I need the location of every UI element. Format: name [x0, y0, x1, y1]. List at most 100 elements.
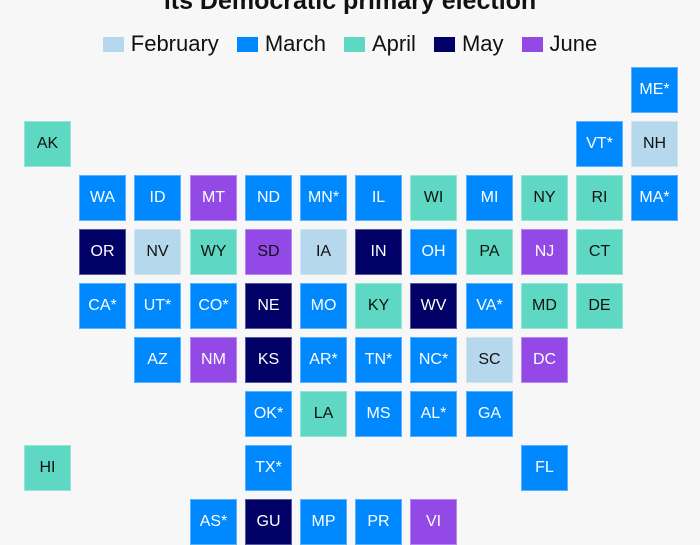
state-tile-tx: TX* — [245, 445, 292, 491]
state-tile-nd: ND — [245, 175, 292, 221]
state-tile-label: NM — [201, 351, 226, 368]
state-tile-id: ID — [134, 175, 181, 221]
state-tile-label: NJ — [534, 243, 555, 260]
state-tile-ny: NY — [521, 175, 568, 221]
state-tile-il: IL — [355, 175, 402, 221]
state-tile-wi: WI — [410, 175, 457, 221]
state-tile-label: ID — [149, 189, 166, 206]
state-tile-label: GA — [477, 405, 502, 422]
state-tile-in: IN — [355, 229, 402, 275]
state-tile-label: FL — [535, 459, 554, 476]
state-tile-vt: VT* — [576, 121, 623, 167]
state-tile-label: GU — [256, 513, 281, 530]
state-tile-ct: CT — [576, 229, 623, 275]
legend: February March April May June — [0, 30, 700, 58]
state-tile-label: WV — [420, 297, 447, 314]
state-tile-label: IA — [315, 243, 332, 260]
state-tile-label: RI — [591, 189, 608, 206]
state-tile-nj: NJ — [521, 229, 568, 275]
state-tile-la: LA — [300, 391, 347, 437]
state-tile-label: IL — [371, 189, 386, 206]
state-tile-label: OK* — [253, 405, 284, 422]
state-tile-label: MP — [311, 513, 336, 530]
state-tile-label: MT — [201, 189, 226, 206]
state-tile-mo: MO — [300, 283, 347, 329]
state-tile-sd: SD — [245, 229, 292, 275]
state-tile-label: MO — [310, 297, 337, 314]
state-tile-label: SC — [478, 351, 501, 368]
state-tile-label: PA — [479, 243, 500, 260]
state-tile-va: VA* — [466, 283, 513, 329]
legend-label-june: June — [549, 31, 598, 56]
state-tile-ca: CA* — [79, 283, 126, 329]
state-tile-label: AZ — [147, 351, 168, 368]
state-tile-label: PR — [367, 513, 390, 530]
state-tile-label: NE — [257, 297, 280, 314]
state-tile-label: DE — [588, 297, 611, 314]
state-tile-ut: UT* — [134, 283, 181, 329]
state-tile-label: HI — [39, 459, 56, 476]
state-tile-pr: PR — [355, 499, 402, 545]
state-tile-label: WA — [89, 189, 116, 206]
state-tile-nh: NH — [631, 121, 678, 167]
state-tile-me: ME* — [631, 67, 678, 113]
chart-title: its Democratic primary election — [163, 0, 537, 15]
state-tile-label: KY — [367, 297, 390, 314]
state-tile-label: ND — [256, 189, 281, 206]
state-tile-mt: MT — [190, 175, 237, 221]
state-tile-label: NY — [533, 189, 556, 206]
state-tile-label: TX* — [255, 459, 282, 476]
state-tile-label: AL* — [420, 405, 447, 422]
state-tile-nm: NM — [190, 337, 237, 383]
state-tile-pa: PA — [466, 229, 513, 275]
legend-swatch-may — [433, 36, 455, 52]
state-tile-label: CA* — [88, 297, 117, 314]
state-tile-label: SD — [257, 243, 280, 260]
state-tile-label: NV — [146, 243, 169, 260]
state-tile-label: NH — [642, 135, 667, 152]
state-tile-label: IN — [370, 243, 387, 260]
state-tile-de: DE — [576, 283, 623, 329]
state-tile-label: MD — [532, 297, 557, 314]
state-tile-dc: DC — [521, 337, 568, 383]
state-tile-label: VT* — [586, 135, 613, 152]
state-tile-label: WI — [423, 189, 444, 206]
state-tile-label: AR* — [309, 351, 338, 368]
state-tile-label: KS — [257, 351, 280, 368]
state-tile-label: UT* — [143, 297, 172, 314]
state-tile-ga: GA — [466, 391, 513, 437]
state-tile-nc: NC* — [410, 337, 457, 383]
state-tile-mn: MN* — [300, 175, 347, 221]
state-tile-hi: HI — [24, 445, 71, 491]
legend-label-february: February — [130, 31, 219, 56]
state-tile-label: OH — [421, 243, 446, 260]
state-tile-label: MN* — [307, 189, 340, 206]
state-tile-md: MD — [521, 283, 568, 329]
state-tile-ak: AK — [24, 121, 71, 167]
legend-item-february: February — [102, 30, 219, 58]
state-tile-label: MS — [366, 405, 391, 422]
state-tile-ar: AR* — [300, 337, 347, 383]
legend-item-may: May — [433, 30, 504, 58]
state-tile-label: OR — [90, 243, 115, 260]
state-tile-label: VA* — [476, 297, 503, 314]
state-tile-mi: MI — [466, 175, 513, 221]
state-tile-ks: KS — [245, 337, 292, 383]
state-tile-label: AS* — [199, 513, 228, 530]
state-tile-label: MA* — [639, 189, 670, 206]
state-tile-ok: OK* — [245, 391, 292, 437]
state-tile-ms: MS — [355, 391, 402, 437]
legend-label-may: May — [461, 31, 504, 56]
legend-label-march: March — [264, 31, 326, 56]
legend-swatch-february — [102, 36, 124, 52]
state-tile-ia: IA — [300, 229, 347, 275]
legend-item-march: March — [236, 30, 326, 58]
state-tile-fl: FL — [521, 445, 568, 491]
state-tile-label: VI — [425, 513, 442, 530]
state-tile-tn: TN* — [355, 337, 402, 383]
legend-swatch-april — [343, 36, 365, 52]
legend-item-june: June — [521, 30, 598, 58]
state-tile-wy: WY — [190, 229, 237, 275]
state-tile-az: AZ — [134, 337, 181, 383]
state-tile-nv: NV — [134, 229, 181, 275]
